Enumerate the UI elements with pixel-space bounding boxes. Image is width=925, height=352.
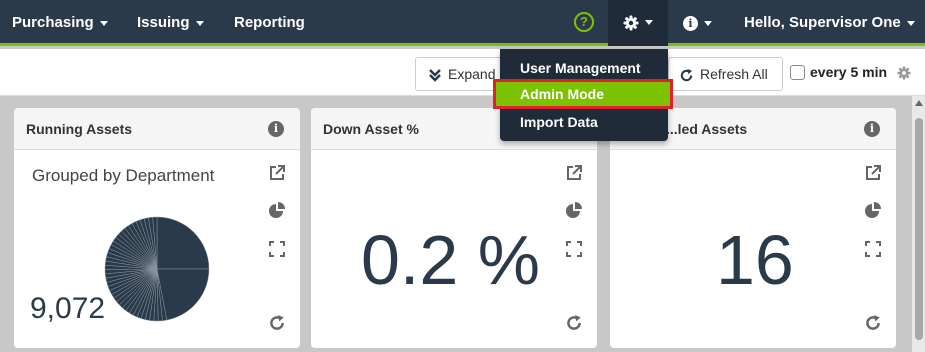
refresh-all-button[interactable]: Refresh All bbox=[668, 57, 783, 91]
widget-assets: ...led Assets i 16 bbox=[610, 108, 896, 348]
refresh-icon[interactable] bbox=[864, 314, 882, 332]
refresh-icon[interactable] bbox=[268, 314, 286, 332]
department-pie-chart[interactable] bbox=[104, 216, 210, 322]
gear-icon bbox=[623, 15, 639, 31]
auto-refresh-checkbox[interactable] bbox=[790, 65, 805, 80]
fullscreen-icon[interactable] bbox=[864, 240, 882, 258]
page-scrollbar[interactable] bbox=[912, 96, 925, 352]
pie-slice[interactable] bbox=[156, 216, 210, 270]
widget-title: ...led Assets bbox=[666, 121, 748, 137]
info-icon[interactable]: i bbox=[268, 121, 284, 137]
fullscreen-icon[interactable] bbox=[268, 240, 286, 258]
widget-header: Running Assets i bbox=[14, 108, 300, 150]
refresh-icon bbox=[680, 68, 693, 82]
external-link-icon[interactable] bbox=[268, 164, 286, 182]
chevron-down-icon bbox=[195, 20, 204, 26]
scrollbar-thumb[interactable] bbox=[915, 118, 923, 340]
widget-title: Running Assets bbox=[26, 121, 133, 137]
nav-issuing[interactable]: Issuing bbox=[137, 0, 204, 46]
settings-dropdown: User Management Admin Mode Import Data bbox=[493, 49, 673, 141]
refresh-icon[interactable] bbox=[565, 314, 583, 332]
nav-purchasing-label: Purchasing bbox=[12, 14, 94, 31]
widget-subtitle: Grouped by Department bbox=[32, 166, 215, 185]
nav-purchasing[interactable]: Purchasing bbox=[12, 0, 108, 46]
external-link-icon[interactable] bbox=[864, 164, 882, 182]
chevron-down-icon bbox=[906, 20, 915, 26]
fullscreen-icon[interactable] bbox=[565, 240, 583, 258]
nav-issuing-label: Issuing bbox=[137, 14, 190, 31]
widget-down-asset-percent: Down Asset % 0.2 % bbox=[311, 108, 597, 348]
settings-menu-toggle[interactable] bbox=[608, 0, 668, 46]
user-greeting: Hello, Supervisor One bbox=[744, 14, 901, 31]
menu-item-user-management[interactable]: User Management bbox=[500, 55, 668, 81]
refresh-all-label: Refresh All bbox=[700, 66, 768, 82]
nav-reporting-label: Reporting bbox=[234, 14, 305, 31]
pie-chart-icon[interactable] bbox=[565, 202, 583, 220]
widget-value: 16 bbox=[716, 221, 794, 299]
chevron-down-icon bbox=[704, 20, 712, 26]
scroll-up-arrow-icon[interactable] bbox=[915, 100, 923, 106]
top-nav: Purchasing Issuing Reporting ? i Hello, … bbox=[0, 0, 925, 46]
chevron-down-icon bbox=[99, 20, 108, 26]
auto-refresh-label: every 5 min bbox=[810, 64, 888, 80]
expand-label: Expand bbox=[448, 66, 496, 82]
info-icon[interactable]: i bbox=[864, 121, 880, 137]
help-icon[interactable]: ? bbox=[574, 12, 594, 32]
widget-value: 0.2 % bbox=[361, 221, 540, 299]
pie-chart-icon[interactable] bbox=[268, 202, 286, 220]
chevron-down-icon bbox=[645, 20, 653, 25]
gear-icon[interactable] bbox=[897, 66, 911, 80]
menu-item-import-data[interactable]: Import Data bbox=[500, 109, 668, 135]
double-chevron-down-icon bbox=[429, 69, 441, 83]
info-menu-toggle[interactable]: i bbox=[683, 0, 712, 46]
widget-title: Down Asset % bbox=[323, 121, 419, 137]
external-link-icon[interactable] bbox=[565, 164, 583, 182]
user-menu-toggle[interactable]: Hello, Supervisor One bbox=[744, 0, 915, 46]
widget-running-assets: Running Assets i Grouped by Department 9… bbox=[14, 108, 300, 348]
nav-reporting[interactable]: Reporting bbox=[234, 0, 305, 46]
pie-chart-icon[interactable] bbox=[864, 202, 882, 220]
menu-item-admin-mode[interactable]: Admin Mode bbox=[493, 79, 673, 109]
widget-value: 9,072 bbox=[30, 292, 106, 325]
info-icon: i bbox=[683, 15, 698, 31]
dashboard-toolbar: Expand Refresh All every 5 min bbox=[0, 49, 925, 96]
